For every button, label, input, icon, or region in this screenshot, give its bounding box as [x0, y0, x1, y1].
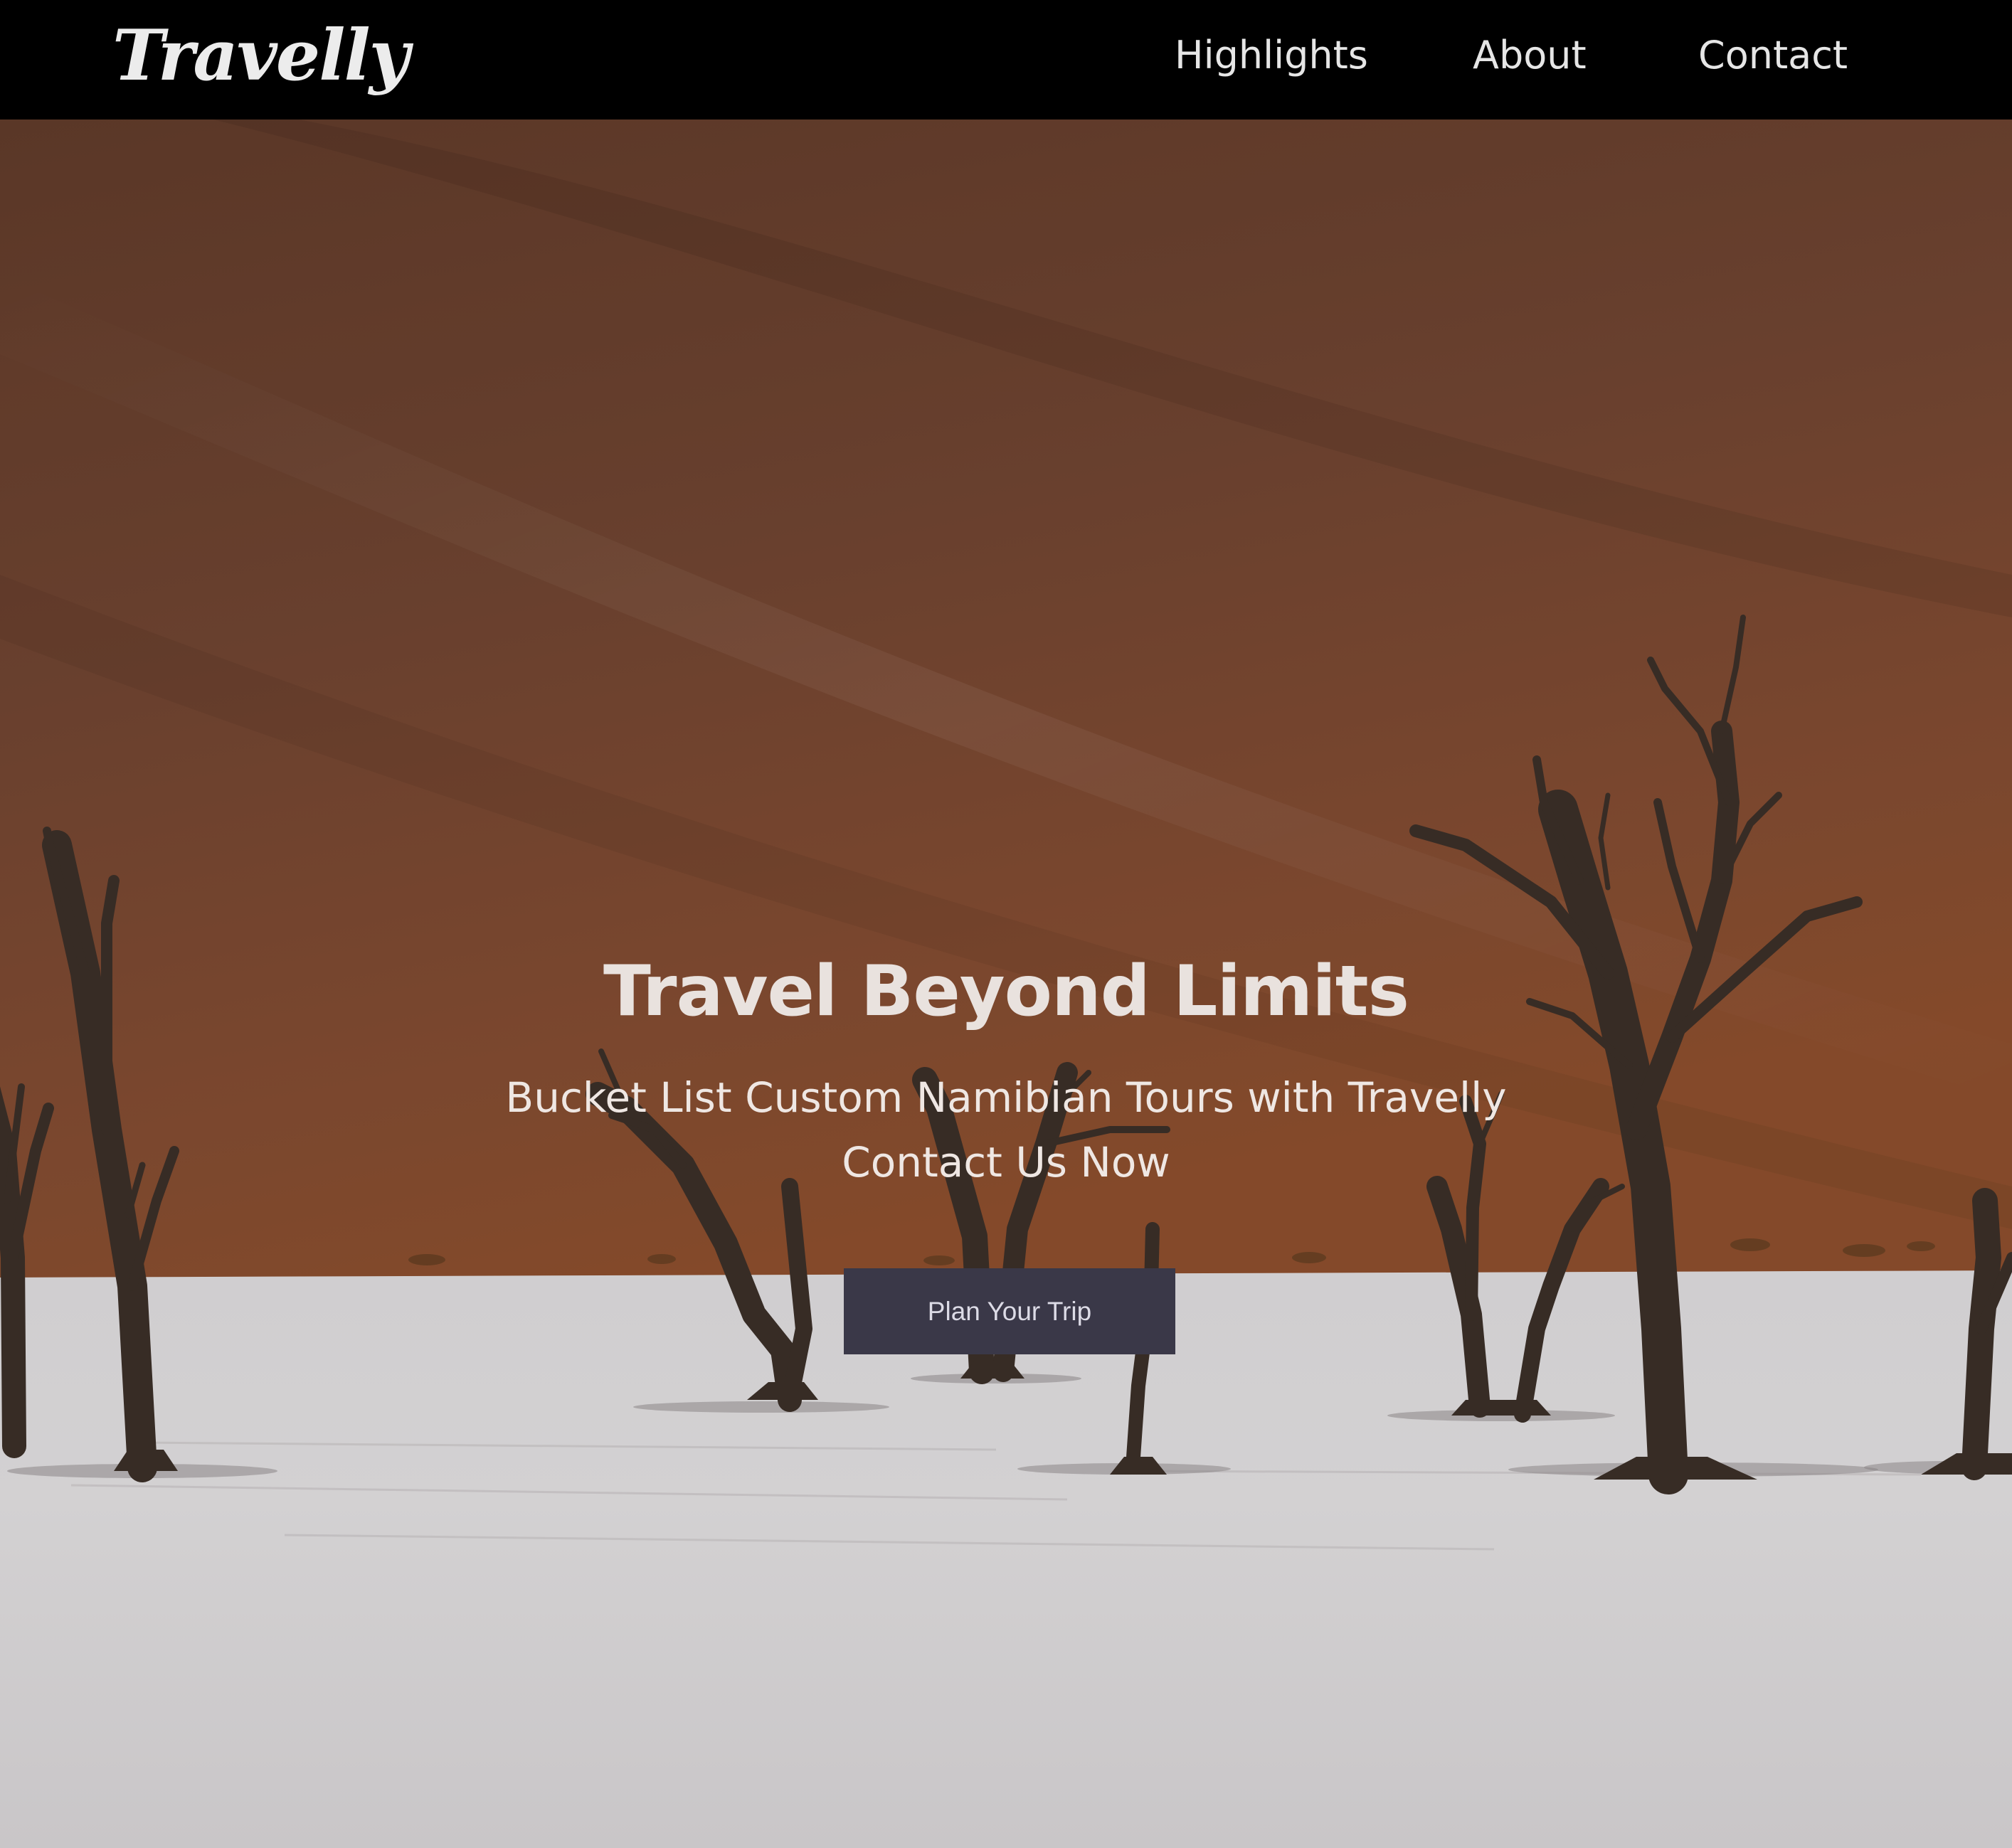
top-navbar: Travelly Highlights About Contact — [0, 0, 2012, 120]
nav-link-highlights[interactable]: Highlights — [1175, 28, 1368, 83]
plan-your-trip-button[interactable]: Plan Your Trip — [844, 1268, 1175, 1354]
nav-link-about[interactable]: About — [1473, 28, 1587, 83]
hero-title: Travel Beyond Limits — [603, 950, 1409, 1032]
logo[interactable]: Travelly — [112, 10, 410, 102]
hero-subtitle-line-2: Contact Us Now — [842, 1138, 1170, 1186]
hero-section: Travel Beyond Limits Bucket List Custom … — [0, 120, 2012, 1848]
nav-link-contact[interactable]: Contact — [1698, 28, 1848, 83]
hero-subtitle-line-1: Bucket List Custom Namibian Tours with T… — [505, 1073, 1507, 1122]
